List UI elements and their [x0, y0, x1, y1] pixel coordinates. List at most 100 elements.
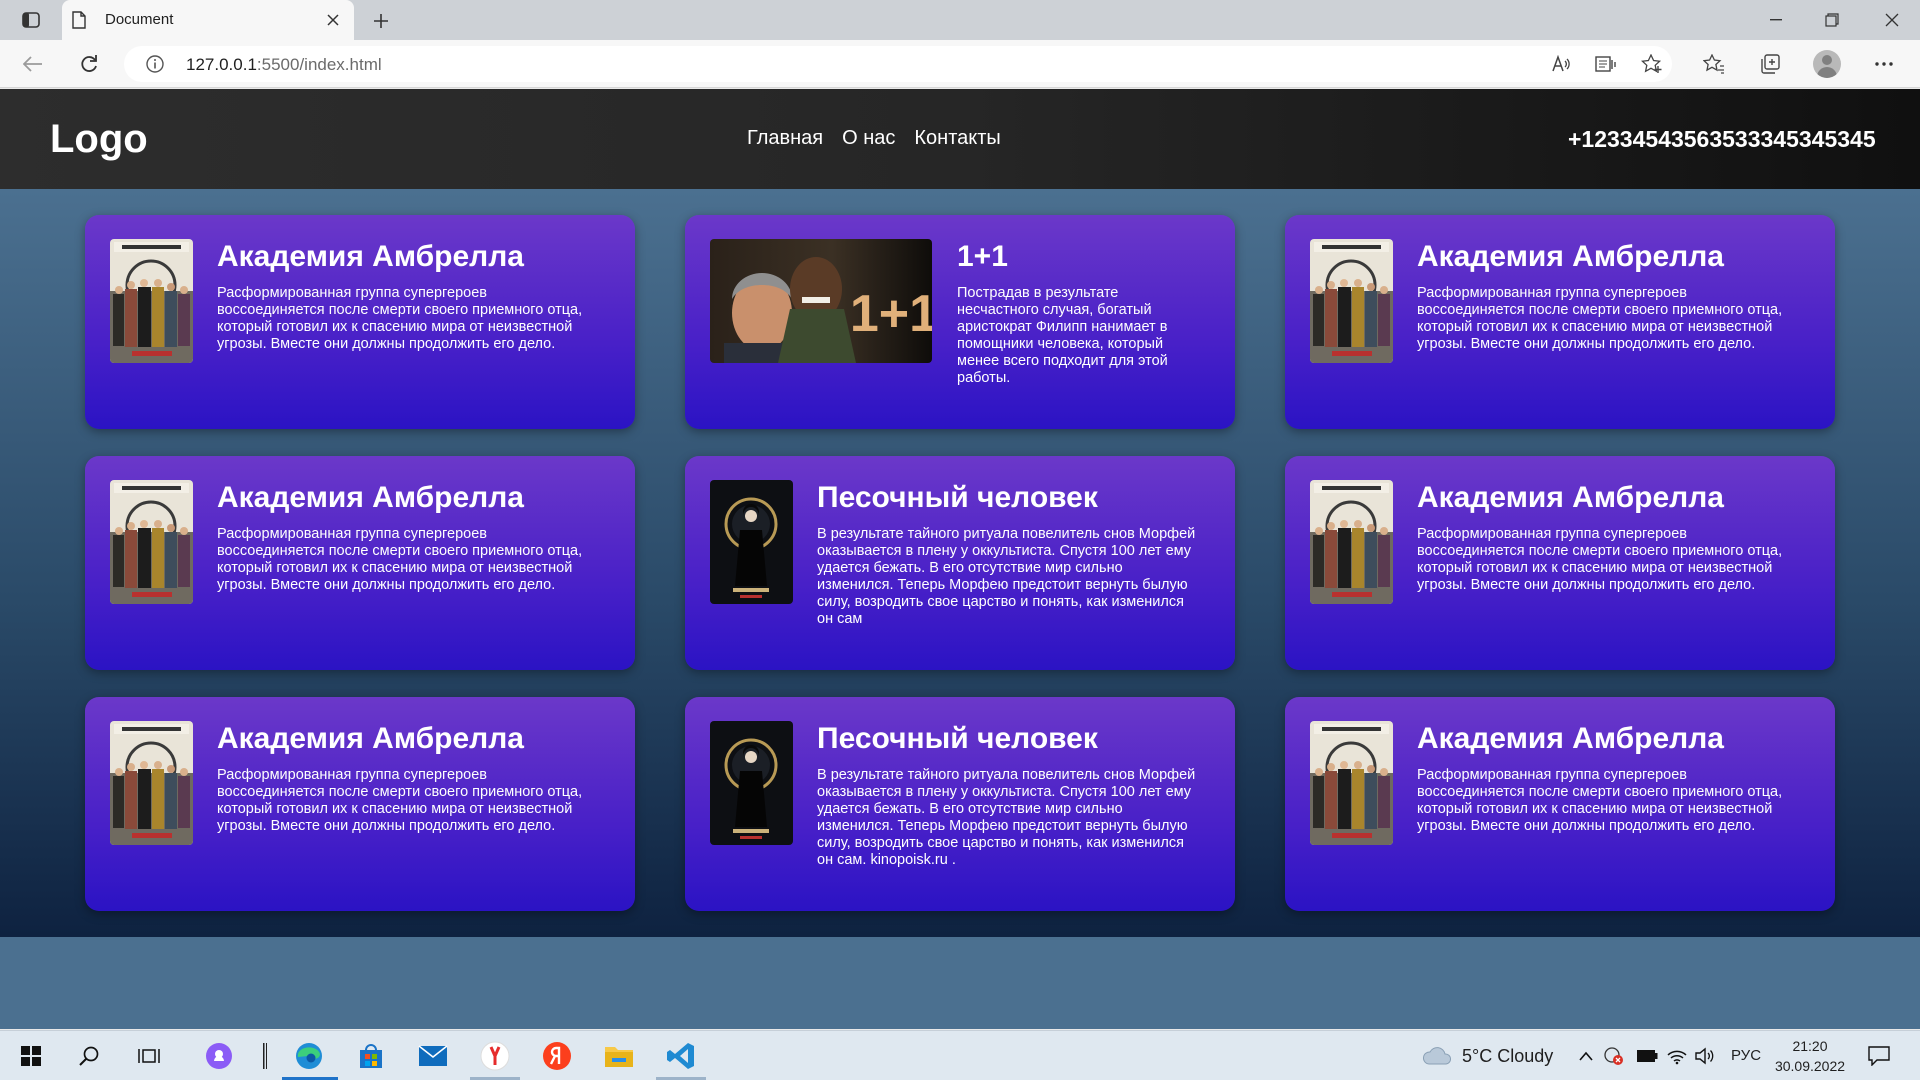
windows-taskbar: 5°C Cloudy РУС 21:20 30.09.2022 — [0, 1030, 1920, 1080]
alice-assistant-icon[interactable] — [200, 1038, 238, 1074]
movie-card[interactable]: Песочный человек В результате тайного рит… — [685, 697, 1235, 911]
content-area: Академия Амбрелла Расформированная группа… — [0, 189, 1920, 937]
mail-icon[interactable] — [414, 1038, 452, 1074]
movie-title: Песочный человек — [817, 722, 1098, 755]
collections-icon[interactable] — [1755, 50, 1785, 78]
movie-card-text: Академия Амбрелла Расформированная группа… — [1417, 239, 1797, 353]
input-language[interactable]: РУС — [1731, 1047, 1761, 1064]
back-arrow-icon[interactable] — [18, 50, 48, 78]
movie-poster-image — [1310, 480, 1393, 604]
movie-title: Академия Амбрелла — [217, 481, 524, 514]
weather-cloud-icon[interactable] — [1420, 1038, 1454, 1074]
nav-link-contacts[interactable]: Контакты — [914, 127, 1000, 150]
yandex-icon[interactable] — [538, 1038, 576, 1074]
weather-text[interactable]: 5°C Cloudy — [1462, 1046, 1553, 1067]
microsoft-store-icon[interactable] — [352, 1038, 390, 1074]
movie-title: Академия Амбрелла — [1417, 481, 1724, 514]
movie-card-text: Академия Амбрелла Расформированная группа… — [217, 480, 597, 594]
movie-title: Академия Амбрелла — [217, 722, 524, 755]
site-info-icon[interactable] — [146, 55, 164, 78]
main-nav: Главная О нас Контакты — [747, 127, 1001, 150]
windows-start-icon[interactable] — [12, 1038, 50, 1074]
close-window-icon[interactable] — [1864, 0, 1920, 40]
vscode-icon[interactable] — [662, 1038, 700, 1074]
movie-description: Расформированная группа супергероев восс… — [217, 767, 583, 834]
favorites-icon[interactable] — [1699, 50, 1729, 78]
site-logo[interactable]: Logo — [50, 117, 148, 162]
notifications-icon[interactable] — [1860, 1038, 1898, 1074]
movie-description: Пострадав в результате несчастного случа… — [957, 285, 1168, 386]
taskbar-clock[interactable]: 21:20 30.09.2022 — [1770, 1036, 1850, 1076]
movie-card-text: Академия Амбрелла Расформированная группа… — [217, 721, 597, 835]
wifi-icon[interactable] — [1664, 1038, 1690, 1074]
movie-title: 1+1 — [957, 240, 1008, 273]
new-tab-icon[interactable] — [368, 8, 394, 34]
movie-card-text: Академия Амбрелла Расформированная группа… — [217, 239, 597, 353]
battery-icon[interactable] — [1634, 1038, 1660, 1074]
movie-title: Академия Амбрелла — [1417, 722, 1724, 755]
browser-tab[interactable]: Document — [62, 0, 354, 40]
search-icon[interactable] — [70, 1038, 108, 1074]
movie-card-text: 1+1 Пострадав в результате несчастного сл… — [957, 239, 1195, 387]
more-options-icon[interactable] — [1869, 50, 1899, 78]
minimize-icon[interactable] — [1748, 0, 1804, 40]
movie-title: Академия Амбрелла — [217, 240, 524, 273]
document-icon — [72, 11, 86, 34]
movie-card[interactable]: Академия Амбрелла Расформированная группа… — [1285, 456, 1835, 670]
nav-link-about[interactable]: О нас — [842, 127, 895, 150]
movie-poster-image — [110, 721, 193, 845]
movie-card[interactable]: Академия Амбрелла Расформированная группа… — [85, 215, 635, 429]
movie-card-text: Песочный человек В результате тайного рит… — [817, 480, 1197, 628]
movie-poster-image — [1310, 239, 1393, 363]
read-aloud-icon[interactable] — [1546, 50, 1576, 78]
movie-card[interactable]: Академия Амбрелла Расформированная группа… — [1285, 697, 1835, 911]
movie-poster-image — [110, 480, 193, 604]
movie-description: Расформированная группа супергероев восс… — [1417, 767, 1783, 834]
immersive-reader-icon[interactable] — [1591, 50, 1621, 78]
movie-description: В результате тайного ритуала повелитель … — [817, 767, 1196, 868]
movie-card[interactable]: Академия Амбрелла Расформированная группа… — [85, 697, 635, 911]
web-page: Logo Главная О нас Контакты +12334543563… — [0, 89, 1920, 1029]
movie-description: Расформированная группа супергероев восс… — [1417, 526, 1783, 593]
network-error-icon[interactable] — [1601, 1038, 1627, 1074]
movie-title: Песочный человек — [817, 481, 1098, 514]
tab-title: Document — [105, 11, 174, 28]
movie-poster-image: 1+1 — [710, 239, 932, 363]
movie-poster-image — [710, 480, 793, 604]
reload-icon[interactable] — [74, 50, 104, 78]
movie-poster-image — [710, 721, 793, 845]
movie-card[interactable]: Академия Амбрелла Расформированная группа… — [85, 456, 635, 670]
phone-number[interactable]: +12334543563533345345345 — [1568, 126, 1876, 153]
movie-card[interactable]: Песочный человек В результате тайного рит… — [685, 456, 1235, 670]
tab-actions-icon[interactable] — [14, 8, 48, 32]
movie-poster-image — [110, 239, 193, 363]
svg-text:1+1: 1+1 — [850, 285, 932, 343]
close-tab-icon[interactable] — [322, 9, 344, 31]
movie-card-text: Академия Амбрелла Расформированная группа… — [1417, 721, 1797, 835]
yandex-browser-icon[interactable] — [476, 1038, 514, 1074]
clock-date: 30.09.2022 — [1774, 1058, 1846, 1074]
taskbar-separator — [258, 1038, 272, 1074]
movie-card[interactable]: 1+1 1+1 Пострадав в результате несчастног… — [685, 215, 1235, 429]
restore-icon[interactable] — [1804, 0, 1860, 40]
movie-poster-image — [1310, 721, 1393, 845]
volume-icon[interactable] — [1692, 1038, 1718, 1074]
url-text: 127.0.0.1:5500/index.html — [186, 55, 382, 74]
clock-time: 21:20 — [1792, 1038, 1828, 1054]
tab-bar: Document — [0, 0, 1920, 40]
site-header: Logo Главная О нас Контакты +12334543563… — [0, 89, 1920, 189]
movie-card-grid: Академия Амбрелла Расформированная группа… — [85, 215, 1835, 911]
movie-description: Расформированная группа супергероев восс… — [217, 526, 583, 593]
nav-link-home[interactable]: Главная — [747, 127, 823, 150]
movie-title: Академия Амбрелла — [1417, 240, 1724, 273]
movie-description: Расформированная группа супергероев восс… — [1417, 285, 1783, 352]
file-explorer-icon[interactable] — [600, 1038, 638, 1074]
edge-browser-icon[interactable] — [290, 1038, 328, 1074]
add-favorite-icon[interactable] — [1637, 50, 1667, 78]
profile-avatar[interactable] — [1813, 50, 1841, 78]
chevron-up-icon[interactable] — [1574, 1038, 1598, 1074]
task-view-icon[interactable] — [130, 1038, 168, 1074]
movie-description: В результате тайного ритуала повелитель … — [817, 526, 1196, 627]
movie-card[interactable]: Академия Амбрелла Расформированная группа… — [1285, 215, 1835, 429]
url-field[interactable]: 127.0.0.1:5500/index.html — [124, 46, 1672, 82]
